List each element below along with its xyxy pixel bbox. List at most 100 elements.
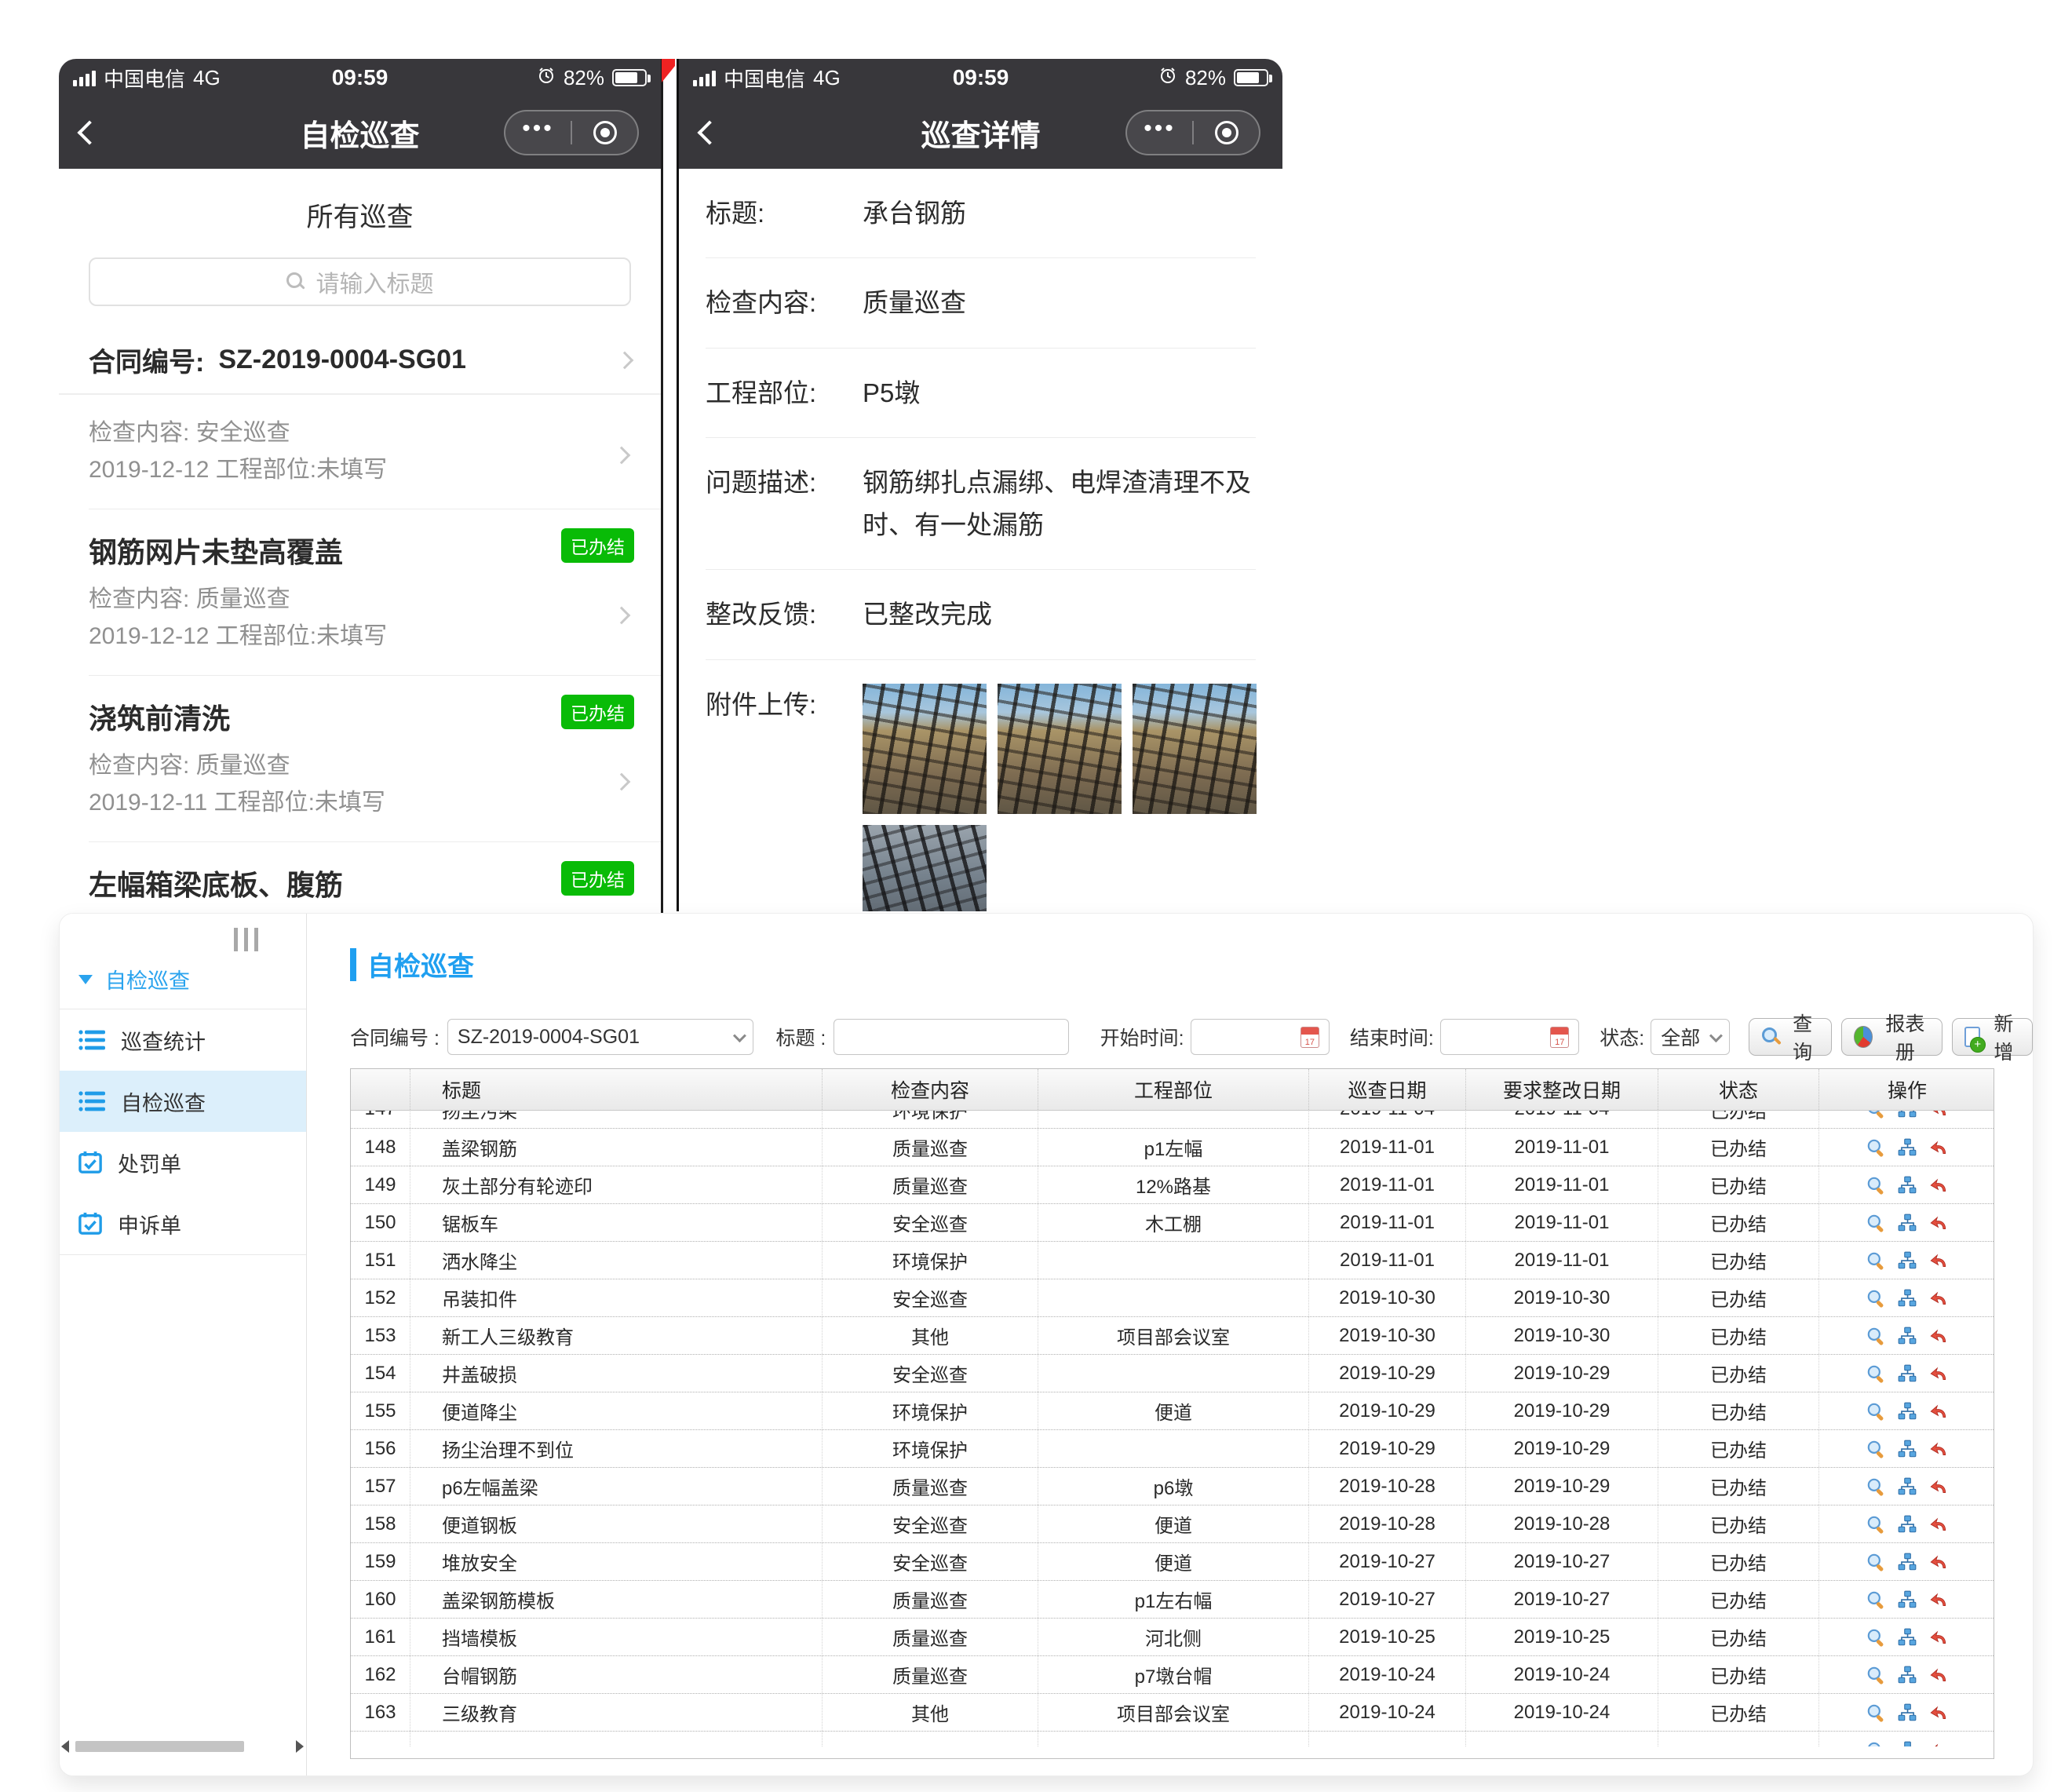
header-inspect-date[interactable]: 巡查日期 (1308, 1069, 1465, 1110)
more-icon[interactable]: ••• (505, 117, 571, 148)
return-icon[interactable] (1928, 1514, 1949, 1535)
contract-selector[interactable]: 合同编号: SZ-2019-0004-SG01 (59, 327, 661, 395)
contract-select[interactable]: SZ-2019-0004-SG01 (447, 1019, 754, 1055)
view-icon[interactable] (1866, 1137, 1886, 1158)
table-row[interactable]: 161挡墙模板质量巡查河北侧2019-10-252019-10-25已办结 (351, 1618, 1994, 1655)
return-icon[interactable] (1928, 1476, 1949, 1497)
return-icon[interactable] (1928, 1703, 1949, 1723)
table-row[interactable]: 150锯板车安全巡查木工棚2019-11-012019-11-01已办结 (351, 1203, 1994, 1241)
view-icon[interactable] (1866, 1627, 1886, 1648)
exit-icon[interactable] (572, 121, 637, 144)
flow-icon[interactable] (1897, 1514, 1917, 1535)
return-icon[interactable] (1928, 1250, 1949, 1271)
report-book-button[interactable]: 报表册 (1841, 1018, 1942, 1056)
return-icon[interactable] (1928, 1326, 1949, 1346)
return-icon[interactable] (1928, 1439, 1949, 1459)
flow-icon[interactable] (1897, 1111, 1917, 1119)
flow-icon[interactable] (1897, 1665, 1917, 1685)
header-status[interactable]: 状态 (1658, 1069, 1818, 1110)
view-icon[interactable] (1866, 1288, 1886, 1308)
view-icon[interactable] (1866, 1175, 1886, 1195)
header-check-content[interactable]: 检查内容 (822, 1069, 1038, 1110)
table-row[interactable]: 157p6左幅盖梁质量巡查p6墩2019-10-282019-10-29已办结 (351, 1467, 1994, 1505)
view-icon[interactable] (1866, 1589, 1886, 1610)
flow-icon[interactable] (1897, 1363, 1917, 1384)
flow-icon[interactable] (1897, 1589, 1917, 1610)
view-icon[interactable] (1866, 1326, 1886, 1346)
flow-icon[interactable] (1897, 1476, 1917, 1497)
table-row[interactable]: 163三级教育其他项目部会议室2019-10-242019-10-24已办结 (351, 1693, 1994, 1731)
sidebar-item-self-inspection[interactable]: 自检巡查 (60, 1071, 306, 1132)
title-input[interactable] (844, 1020, 1058, 1054)
drag-handle[interactable] (234, 928, 258, 951)
table-row[interactable]: 156扬尘治理不到位环境保护2019-10-292019-10-29已办结 (351, 1429, 1994, 1467)
table-row[interactable]: 159堆放安全安全巡查便道2019-10-272019-10-27已办结 (351, 1542, 1994, 1580)
search-input[interactable]: 请输入标题 (89, 257, 631, 306)
table-row[interactable]: 153新工人三级教育其他项目部会议室2019-10-302019-10-30已办… (351, 1316, 1994, 1354)
table-row[interactable]: 158便道钢板安全巡查便道2019-10-282019-10-28已办结 (351, 1505, 1994, 1542)
calendar-icon[interactable] (1550, 1027, 1569, 1048)
return-icon[interactable] (1928, 1401, 1949, 1422)
table-row[interactable]: 148盖梁钢筋质量巡查p1左幅2019-11-012019-11-01已办结 (351, 1128, 1994, 1166)
view-icon[interactable] (1866, 1740, 1886, 1747)
query-button[interactable]: 查询 (1749, 1018, 1832, 1056)
return-icon[interactable] (1928, 1111, 1949, 1119)
inspection-list-item[interactable]: 检查内容: 安全巡查 2019-12-12 工程部位:未填写 (59, 395, 661, 509)
start-date-input[interactable] (1201, 1020, 1300, 1054)
add-new-button[interactable]: 新增 (1952, 1018, 2032, 1056)
table-row[interactable]: 162台帽钢筋质量巡查p7墩台帽2019-10-242019-10-24已办结 (351, 1655, 1994, 1693)
horizontal-scrollbar[interactable] (61, 1739, 304, 1754)
flow-icon[interactable] (1897, 1740, 1917, 1747)
exit-icon[interactable] (1194, 121, 1259, 144)
table-row[interactable]: 154井盖破损安全巡查2019-10-292019-10-29已办结 (351, 1354, 1994, 1392)
return-icon[interactable] (1928, 1288, 1949, 1308)
attachment-photo[interactable] (998, 684, 1122, 814)
table-row[interactable]: 151洒水降尘环境保护2019-11-012019-11-01已办结 (351, 1241, 1994, 1279)
sidebar-item-penalty[interactable]: 处罚单 (60, 1132, 306, 1193)
return-icon[interactable] (1928, 1213, 1949, 1233)
table-row[interactable]: 152吊装扣件安全巡查2019-10-302019-10-30已办结 (351, 1279, 1994, 1316)
flow-icon[interactable] (1897, 1627, 1917, 1648)
table-row[interactable]: 155便道降尘环境保护便道2019-10-292019-10-29已办结 (351, 1392, 1994, 1429)
flow-icon[interactable] (1897, 1703, 1917, 1723)
return-icon[interactable] (1928, 1589, 1949, 1610)
attachment-photo[interactable] (863, 825, 987, 911)
header-title[interactable]: 标题 (410, 1069, 822, 1110)
view-icon[interactable] (1866, 1111, 1886, 1119)
return-icon[interactable] (1928, 1137, 1949, 1158)
flow-icon[interactable] (1897, 1288, 1917, 1308)
flow-icon[interactable] (1897, 1401, 1917, 1422)
flow-icon[interactable] (1897, 1175, 1917, 1195)
view-icon[interactable] (1866, 1439, 1886, 1459)
flow-icon[interactable] (1897, 1250, 1917, 1271)
attachment-photo[interactable] (1133, 684, 1257, 814)
sidebar-tree-root[interactable]: 自检巡查 (60, 914, 306, 1009)
view-icon[interactable] (1866, 1703, 1886, 1723)
return-icon[interactable] (1928, 1627, 1949, 1648)
status-select[interactable]: 全部 (1651, 1019, 1730, 1055)
calendar-icon[interactable] (1300, 1027, 1319, 1048)
view-icon[interactable] (1866, 1401, 1886, 1422)
return-icon[interactable] (1928, 1175, 1949, 1195)
return-icon[interactable] (1928, 1552, 1949, 1572)
return-icon[interactable] (1928, 1363, 1949, 1384)
inspection-list-item[interactable]: 浇筑前清洗 已办结 检查内容: 质量巡查 2019-12-11 工程部位:未填写 (59, 676, 661, 841)
scroll-right-icon[interactable] (296, 1740, 304, 1753)
view-icon[interactable] (1866, 1514, 1886, 1535)
flow-icon[interactable] (1897, 1439, 1917, 1459)
view-icon[interactable] (1866, 1552, 1886, 1572)
header-rectify-date[interactable]: 要求整改日期 (1465, 1069, 1658, 1110)
view-icon[interactable] (1866, 1250, 1886, 1271)
sidebar-item-appeal[interactable]: 申诉单 (60, 1193, 306, 1254)
return-icon[interactable] (1928, 1665, 1949, 1685)
more-icon[interactable]: ••• (1127, 117, 1192, 148)
view-icon[interactable] (1866, 1363, 1886, 1384)
flow-icon[interactable] (1897, 1137, 1917, 1158)
flow-icon[interactable] (1897, 1213, 1917, 1233)
inspection-list-item[interactable]: 左幅箱梁底板、腹筋 已办结 检查内容: 质量巡查 2019-12-11 工程部位… (59, 842, 661, 914)
table-row[interactable] (351, 1731, 1994, 1746)
table-row[interactable]: 160盖梁钢筋模板质量巡查p1左右幅2019-10-272019-10-27已办… (351, 1580, 1994, 1618)
end-date-input[interactable] (1450, 1020, 1550, 1054)
inspection-list-item[interactable]: 钢筋网片未垫高覆盖 已办结 检查内容: 质量巡查 2019-12-12 工程部位… (59, 509, 661, 675)
view-icon[interactable] (1866, 1665, 1886, 1685)
